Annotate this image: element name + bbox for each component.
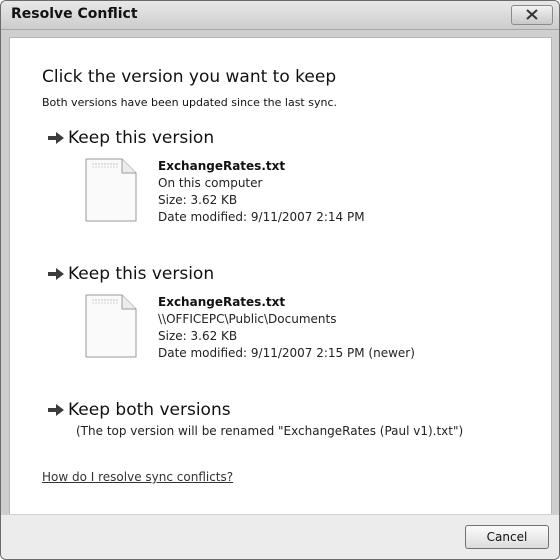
option-label: Keep this version bbox=[68, 128, 215, 148]
option-label: Keep both versions bbox=[68, 400, 231, 420]
resolve-conflict-dialog: Resolve Conflict Click the version you w… bbox=[0, 0, 560, 560]
file-details: ExchangeRates.txt On this computer Size:… bbox=[158, 158, 558, 226]
title-bar[interactable]: Resolve Conflict bbox=[1, 1, 559, 30]
arrow-right-icon bbox=[48, 404, 64, 416]
option-keep-both-versions[interactable]: Keep both versions (The top version will… bbox=[46, 400, 463, 438]
arrow-right-icon bbox=[48, 132, 64, 144]
cancel-button[interactable]: Cancel bbox=[465, 525, 549, 549]
dialog-footer: Cancel bbox=[1, 514, 559, 559]
rename-note: (The top version will be renamed "Exchan… bbox=[76, 424, 464, 438]
command-link-keep-this-version[interactable]: Keep this version bbox=[46, 264, 214, 284]
option-keep-local-version[interactable]: Keep this version ExchangeRates.txt On t… bbox=[46, 128, 365, 224]
arrow-right-icon bbox=[48, 268, 64, 280]
dialog-content: Click the version you want to keep Both … bbox=[9, 37, 552, 553]
file-details: ExchangeRates.txt \\OFFICEPC\Public\Docu… bbox=[158, 294, 558, 362]
window-title: Resolve Conflict bbox=[11, 6, 138, 22]
close-icon bbox=[526, 9, 538, 20]
file-name: ExchangeRates.txt bbox=[158, 159, 286, 173]
file-name: ExchangeRates.txt bbox=[158, 295, 286, 309]
command-link-keep-both-versions[interactable]: Keep both versions bbox=[46, 400, 231, 420]
file-date-modified: Date modified: 9/11/2007 2:15 PM (newer) bbox=[158, 346, 415, 360]
instruction-subtext: Both versions have been updated since th… bbox=[42, 96, 337, 109]
main-instruction: Click the version you want to keep bbox=[42, 67, 337, 87]
command-link-keep-this-version[interactable]: Keep this version bbox=[46, 128, 214, 148]
file-size: Size: 3.62 KB bbox=[158, 193, 238, 207]
file-date-modified: Date modified: 9/11/2007 2:14 PM bbox=[158, 210, 365, 224]
file-location: On this computer bbox=[158, 176, 263, 190]
option-keep-network-version[interactable]: Keep this version ExchangeRates.txt \\OF… bbox=[46, 264, 415, 360]
file-location: \\OFFICEPC\Public\Documents bbox=[158, 312, 337, 326]
close-button[interactable] bbox=[511, 5, 553, 25]
file-size: Size: 3.62 KB bbox=[158, 329, 238, 343]
option-label: Keep this version bbox=[68, 264, 215, 284]
help-link[interactable]: How do I resolve sync conflicts? bbox=[42, 470, 233, 484]
text-file-icon bbox=[85, 294, 137, 358]
text-file-icon bbox=[85, 158, 137, 222]
